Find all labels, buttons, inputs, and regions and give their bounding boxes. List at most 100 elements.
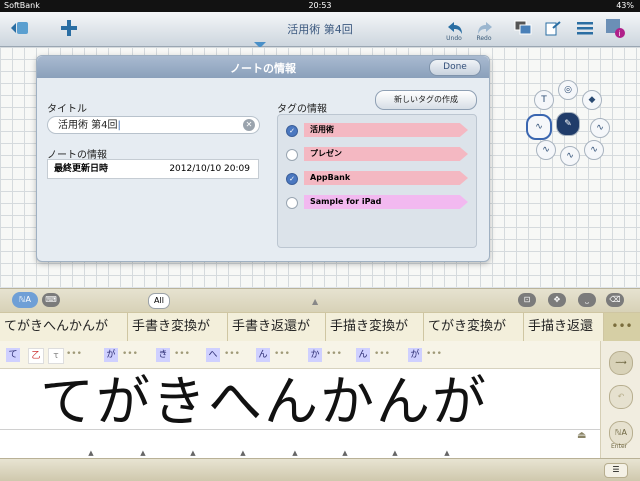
tag-item[interactable]: プレゼン (286, 143, 472, 167)
tag-name: Sample for iPad (304, 195, 468, 209)
tag-info-label: タグの情報 (277, 104, 327, 115)
title-label: タイトル (47, 104, 87, 115)
segment-marker-icon[interactable]: ▲ (338, 449, 352, 459)
check-icon[interactable] (286, 149, 298, 161)
more-dots: ••• (224, 349, 240, 359)
tag-name: AppBank (304, 171, 468, 185)
eject-icon[interactable]: ⏏ (577, 430, 586, 441)
pen-tool-icon[interactable]: ✎ (556, 112, 580, 136)
more-dots: ••• (274, 349, 290, 359)
char-candidate[interactable]: τ (48, 348, 64, 364)
space-icon[interactable]: ⎵ (578, 293, 596, 307)
more-dots: ••• (426, 349, 442, 359)
lasso-tool-icon[interactable]: ◎ (558, 80, 578, 100)
candidate-item[interactable]: 手描き返還 (524, 313, 604, 341)
redo-label: Redo (476, 35, 492, 42)
handwritten-ink: てがきへんかんが (40, 370, 488, 433)
handwriting-toolbar: ℕA ⌨ All ⊡ ✥ ⎵ ⌫ ▲ (0, 288, 640, 313)
candidate-item[interactable]: 手書き変換が (128, 313, 228, 341)
note-info-dialog: ノートの情報 Done タイトル 活用術 第4回| ✕ ノートの情報 最終更新日… (36, 55, 490, 262)
pen-yellow-icon[interactable]: ∿ (584, 140, 604, 160)
gallery-icon[interactable] (512, 17, 534, 39)
more-candidates-button[interactable]: ••• (604, 313, 640, 341)
char-candidate[interactable]: ん (256, 348, 270, 362)
delete-icon[interactable]: ⌫ (606, 293, 624, 307)
check-icon[interactable]: ✓ (286, 125, 298, 137)
pen-white-icon[interactable]: ∿ (590, 118, 610, 138)
text-tool-icon[interactable]: T (534, 90, 554, 110)
char-candidate[interactable]: へ (206, 348, 220, 362)
more-dots: ••• (66, 349, 82, 359)
dialog-header: ノートの情報 Done (37, 56, 489, 78)
add-page-icon[interactable] (58, 17, 80, 39)
char-candidate[interactable]: 乙 (28, 348, 44, 364)
settings-info-icon[interactable]: i (604, 17, 626, 39)
enter-icon[interactable]: ℕA (609, 421, 633, 445)
candidate-item[interactable]: 手描き変換が (326, 313, 424, 341)
page-title: 活用術 第4回 (287, 23, 353, 36)
last-updated-key: 最終更新日時 (54, 164, 109, 174)
title-input-value: 活用術 第4回 (58, 120, 118, 131)
tag-item[interactable]: ✓ 活用術 (286, 119, 472, 143)
svg-text:i: i (619, 30, 621, 38)
pen-red-icon[interactable]: ∿ (536, 140, 556, 160)
tag-item[interactable]: ✓ AppBank (286, 167, 472, 191)
check-icon[interactable]: ✓ (286, 173, 298, 185)
menu-icon[interactable]: ☰ (604, 463, 628, 478)
undo-label: Undo (446, 35, 462, 42)
segment-marker-icon[interactable]: ▲ (236, 449, 250, 459)
new-tag-button[interactable]: 新しいタグの作成 (375, 90, 477, 110)
bottom-bar: ☰ (0, 458, 640, 481)
done-button[interactable]: Done (429, 59, 481, 76)
candidate-bar: てがきへんかんが 手書き変換が 手書き返還が 手描き変換が てがき変換が 手描き… (0, 312, 640, 342)
candidate-item[interactable]: 手書き返還が (228, 313, 326, 341)
title-input[interactable]: 活用術 第4回| (47, 116, 260, 134)
clear-icon[interactable]: ✕ (243, 119, 255, 131)
pen-blue-icon[interactable]: ∿ (526, 114, 552, 140)
character-row: て 乙 τ ••• が ••• き ••• へ ••• ん ••• か ••• … (0, 341, 600, 369)
navigation-bar: 活用術 第4回 Undo Redo i (0, 12, 640, 48)
tag-item[interactable]: Sample for iPad (286, 191, 472, 215)
char-candidate[interactable]: ん (356, 348, 370, 362)
candidate-item[interactable]: てがき変換が (424, 313, 524, 341)
segment-marker-icon[interactable]: ▲ (84, 449, 98, 459)
select-icon[interactable]: ⊡ (518, 293, 536, 307)
check-icon[interactable] (286, 197, 298, 209)
last-updated-value: 2012/10/10 20:09 (169, 164, 250, 174)
more-dots: ••• (326, 349, 342, 359)
undo-stroke-icon[interactable]: ↶ (609, 385, 633, 409)
more-dots: ••• (122, 349, 138, 359)
list-menu-icon[interactable] (574, 17, 596, 39)
all-button[interactable]: All (148, 293, 170, 309)
last-updated-row: 最終更新日時 2012/10/10 20:09 (47, 159, 259, 179)
input-side-panel: ⟿ ↶ ℕA Enter (600, 341, 640, 458)
more-dots: ••• (374, 349, 390, 359)
handwriting-mode-icon[interactable]: ℕA (12, 292, 38, 308)
more-dots: ••• (174, 349, 190, 359)
char-candidate[interactable]: が (408, 348, 422, 362)
tag-list: ✓ 活用術 プレゼン ✓ AppBank Sample for iPad (277, 114, 477, 248)
tag-name: プレゼン (304, 147, 468, 161)
segment-marker-icon[interactable]: ▲ (288, 449, 302, 459)
segment-marker-icon[interactable]: ▲ (186, 449, 200, 459)
char-candidate[interactable]: き (156, 348, 170, 362)
segment-marker-icon[interactable]: ▲ (136, 449, 150, 459)
candidate-item[interactable]: てがきへんかんが (0, 313, 128, 341)
char-candidate[interactable]: か (308, 348, 322, 362)
back-notebook-icon[interactable] (8, 17, 30, 39)
pen-lightblue-icon[interactable]: ∿ (560, 146, 580, 166)
collapse-up-icon[interactable]: ▲ (312, 297, 318, 306)
baseline-guide (0, 429, 600, 430)
eraser-tool-icon[interactable]: ◆ (582, 90, 602, 110)
move-icon[interactable]: ✥ (548, 293, 566, 307)
battery-text: 43% (616, 1, 634, 10)
char-candidate[interactable]: て (6, 348, 20, 362)
handwriting-area[interactable]: てがきへんかんが (0, 368, 600, 459)
segment-marker-icon[interactable]: ▲ (388, 449, 402, 459)
share-icon[interactable] (542, 17, 564, 39)
convert-icon[interactable]: ⟿ (609, 351, 633, 375)
segment-marker-icon[interactable]: ▲ (440, 449, 454, 459)
dialog-title: ノートの情報 (230, 62, 296, 75)
char-candidate[interactable]: が (104, 348, 118, 362)
keyboard-icon[interactable]: ⌨ (42, 293, 60, 307)
